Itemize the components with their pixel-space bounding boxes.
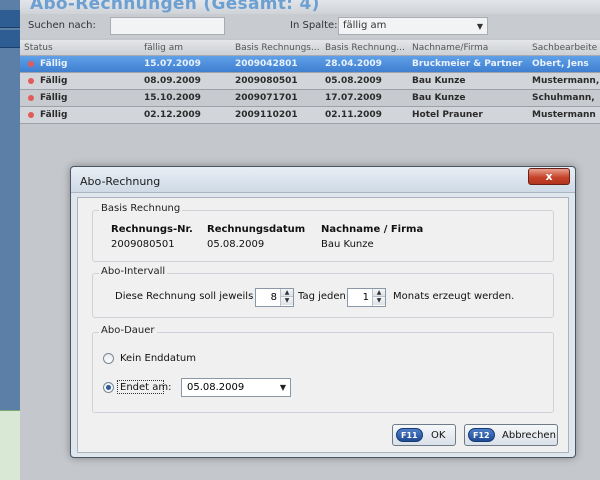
cell-date: 17.07.2009 xyxy=(325,93,382,103)
app-title: Abo-Rechnungen (Gesamt: 4) xyxy=(30,0,320,14)
group-title: Abo-Dauer xyxy=(99,325,157,336)
chevron-down-icon[interactable]: ▼ xyxy=(280,383,286,392)
table-row[interactable]: Fällig 15.07.2009 2009042801 28.04.2009 … xyxy=(20,56,600,73)
cell-date: 02.11.2009 xyxy=(325,110,382,120)
cancel-label: Abbrechen xyxy=(502,430,556,441)
abo-rechnung-dialog: Abo-Rechnung x Basis Rechnung Rechnungs-… xyxy=(70,166,576,458)
ok-button[interactable]: F11 OK xyxy=(392,424,456,446)
cell-status: Fällig xyxy=(40,59,68,69)
table-row[interactable]: Fällig 02.12.2009 2009110201 02.11.2009 … xyxy=(20,107,600,124)
stepper-up-icon[interactable]: ▲ xyxy=(281,289,293,297)
grid-header: Status fällig am Basis Rechnungs... Basi… xyxy=(20,40,600,56)
abo-intervall-group: Abo-Intervall Diese Rechnung soll jeweil… xyxy=(92,266,554,318)
abo-dauer-group: Abo-Dauer Kein Enddatum Endet am: 05.08.… xyxy=(92,325,554,413)
column-header[interactable]: Sachbearbeite xyxy=(532,43,597,53)
endet-am-label[interactable]: Endet am: xyxy=(120,382,172,393)
status-dot-icon xyxy=(28,78,34,84)
table-row[interactable]: Fällig 08.09.2009 2009080501 05.08.2009 … xyxy=(20,73,600,90)
nav-button[interactable] xyxy=(0,10,20,28)
search-label: Suchen nach: xyxy=(28,20,96,31)
day-stepper-buttons: ▲ ▼ xyxy=(280,289,293,306)
shortcut-key-badge: F12 xyxy=(468,428,495,442)
nav-lower-panel xyxy=(0,410,20,480)
interval-text-before: Diese Rechnung soll jeweils am xyxy=(115,291,273,302)
status-dot-icon xyxy=(28,95,34,101)
column-header[interactable]: fällig am xyxy=(144,43,183,53)
cell-name: Hotel Prauner xyxy=(412,110,483,120)
cell-due: 08.09.2009 xyxy=(144,76,201,86)
cell-name: Bruckmeier & Partner xyxy=(412,59,523,69)
cell-nr: 2009080501 xyxy=(235,76,298,86)
day-value: 8 xyxy=(270,292,277,303)
column-filter-dropdown[interactable]: fällig am ▼ xyxy=(338,17,488,35)
cell-name: Bau Kunze xyxy=(412,93,466,103)
cell-nr: 2009110201 xyxy=(235,110,298,120)
cell-clerk: Schuhmann, xyxy=(532,93,595,103)
basis-rechnung-group: Basis Rechnung Rechnungs-Nr. Rechnungsda… xyxy=(92,203,554,262)
kein-enddatum-label[interactable]: Kein Enddatum xyxy=(120,353,196,364)
column-header[interactable]: Nachname/Firma xyxy=(412,43,488,53)
column-header[interactable]: Basis Rechnungs... xyxy=(235,43,320,53)
month-stepper-buttons: ▲ ▼ xyxy=(372,289,385,306)
cell-nr: 2009042801 xyxy=(235,59,298,69)
table-row[interactable]: Fällig 15.10.2009 2009071701 17.07.2009 … xyxy=(20,90,600,107)
cell-date: 28.04.2009 xyxy=(325,59,382,69)
month-value: 1 xyxy=(362,292,369,303)
stepper-down-icon[interactable]: ▼ xyxy=(373,297,385,305)
rechnungs-nr-header: Rechnungs-Nr. xyxy=(111,224,193,235)
cell-clerk: Mustermann, xyxy=(532,76,600,86)
status-dot-icon xyxy=(28,112,34,118)
cell-status: Fällig xyxy=(40,110,68,120)
invoice-grid: Status fällig am Basis Rechnungs... Basi… xyxy=(20,40,600,124)
cell-status: Fällig xyxy=(40,76,68,86)
rechnungs-nr-value: 2009080501 xyxy=(111,239,175,250)
rechnungsdatum-value: 05.08.2009 xyxy=(207,239,265,250)
column-filter-label: In Spalte: xyxy=(290,20,338,31)
group-title: Basis Rechnung xyxy=(99,203,183,214)
close-button[interactable]: x xyxy=(528,168,570,185)
cell-clerk: Mustermann xyxy=(532,110,596,120)
dialog-titlebar[interactable]: Abo-Rechnung x xyxy=(71,167,575,193)
dialog-body: Basis Rechnung Rechnungs-Nr. Rechnungsda… xyxy=(77,197,569,453)
stepper-down-icon[interactable]: ▼ xyxy=(281,297,293,305)
close-icon: x xyxy=(545,170,553,183)
cancel-button[interactable]: F12 Abbrechen xyxy=(464,424,558,446)
day-stepper[interactable]: 8 ▲ ▼ xyxy=(255,288,294,307)
cell-due: 15.07.2009 xyxy=(144,59,201,69)
column-filter-value: fällig am xyxy=(343,20,387,31)
nav-button[interactable] xyxy=(0,30,20,48)
end-date-value: 05.08.2009 xyxy=(187,382,245,393)
cell-due: 15.10.2009 xyxy=(144,93,201,103)
cell-due: 02.12.2009 xyxy=(144,110,201,120)
ok-label: OK xyxy=(431,430,446,441)
nachname-firma-header: Nachname / Firma xyxy=(321,224,424,235)
search-input[interactable] xyxy=(110,17,225,35)
shortcut-key-badge: F11 xyxy=(396,428,423,442)
cell-date: 05.08.2009 xyxy=(325,76,382,86)
filter-row: Suchen nach: In Spalte: fällig am ▼ xyxy=(20,14,600,38)
radio-kein-enddatum[interactable] xyxy=(103,353,114,364)
interval-text-after: Monats erzeugt werden. xyxy=(393,291,515,302)
group-title: Abo-Intervall xyxy=(99,266,168,277)
cell-status: Fällig xyxy=(40,93,68,103)
end-date-picker[interactable]: 05.08.2009 ▼ xyxy=(181,378,291,397)
status-dot-icon xyxy=(28,61,34,67)
left-nav-strip xyxy=(0,0,20,480)
dialog-title: Abo-Rechnung xyxy=(80,175,161,188)
nachname-firma-value: Bau Kunze xyxy=(321,239,374,250)
cell-name: Bau Kunze xyxy=(412,76,466,86)
cell-nr: 2009071701 xyxy=(235,93,298,103)
chevron-down-icon: ▼ xyxy=(476,22,483,31)
month-stepper[interactable]: 1 ▲ ▼ xyxy=(347,288,386,307)
interval-text-middle: Tag jeden xyxy=(298,291,346,302)
column-header[interactable]: Basis Rechnung... xyxy=(325,43,405,53)
cell-clerk: Obert, Jens xyxy=(532,59,589,69)
rechnungsdatum-header: Rechnungsdatum xyxy=(207,224,306,235)
column-header[interactable]: Status xyxy=(24,43,53,53)
stepper-up-icon[interactable]: ▲ xyxy=(373,289,385,297)
radio-endet-am[interactable] xyxy=(103,382,114,393)
